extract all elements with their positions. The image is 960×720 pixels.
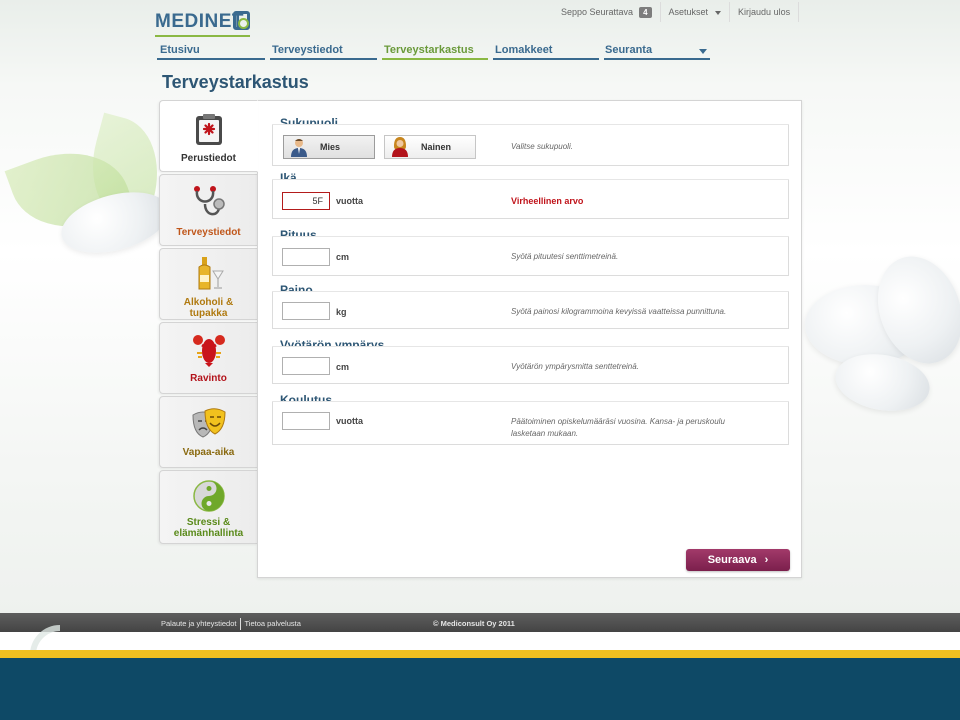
footer-bar: Palaute ja yhteystiedot Tietoa palvelust… [0,613,960,632]
weight-unit: kg [336,307,347,317]
logo-text: MEDINET [155,11,244,32]
nav-underline [157,58,265,60]
waist-unit: cm [336,362,350,372]
chevron-down-icon [715,10,722,15]
tab-alkoholi-tupakka[interactable]: Alkoholi & tupakka [159,248,258,320]
medinet-logo[interactable]: MEDINET [155,9,250,35]
chevron-down-icon[interactable] [699,49,707,54]
form-panel: Sukupuoli Mies Nainen Valitse sukupuoli.… [257,100,802,578]
tab-label: Ravinto [190,373,227,384]
bottle-glass-icon [198,257,224,290]
user-toolbar: Seppo Seurattava 4 Asetukset Kirjaudu ul… [557,2,800,22]
clipboard-icon [195,114,222,145]
male-avatar-icon [291,139,307,157]
next-button[interactable]: Seuraava › [686,549,790,571]
user-name[interactable]: Seppo Seurattava [557,7,633,17]
tab-label: Perustiedot [180,153,236,164]
tab-terveystiedot[interactable]: Terveystiedot [159,174,258,246]
education-hint: Päätoiminen opiskelumääräsi vuosina. Kan… [511,416,725,440]
gender-hint: Valitse sukupuoli. [511,142,573,151]
lobster-icon [192,335,225,367]
tab-vapaa-aika[interactable]: Vapaa-aika [159,396,258,468]
logout-link[interactable]: Kirjaudu ulos [738,7,790,17]
feedback-link[interactable]: Palaute ja yhteystiedot [161,619,236,630]
nav-underline [493,58,599,60]
chevron-right-icon: › [764,554,769,566]
divider [798,2,800,22]
nav-item-terveystiedot[interactable]: Terveystiedot [272,44,343,56]
height-hint: Syötä pituutesi senttimetreinä. [511,252,619,261]
age-error-message: Virheellinen arvo [511,196,584,206]
bottom-spacer [0,632,960,650]
education-input[interactable] [282,412,330,430]
weight-input[interactable] [282,302,330,320]
height-field: cm Syötä pituutesi senttimetreinä. [272,236,789,276]
settings-menu[interactable]: Asetukset [669,7,722,17]
age-field: 5F vuotta Virheellinen arvo [272,179,789,219]
logo-mark-icon [233,11,250,30]
waist-field: cm Vyötärön ympärysmitta senttetreinä. [272,346,789,384]
female-avatar-icon [392,137,408,157]
notification-badge[interactable]: 4 [639,6,652,18]
education-hint-line: Päätoiminen opiskelumääräsi vuosina. Kan… [511,417,725,426]
education-unit: vuotta [336,416,363,426]
weight-field: kg Syötä painosi kilogrammoina kevyissä … [272,291,789,329]
waist-input[interactable] [282,357,330,375]
yin-yang-icon [192,480,225,512]
nav-underline [270,58,377,60]
divider [240,618,242,630]
about-link[interactable]: Tietoa palvelusta [244,619,300,630]
nav-underline [604,58,710,60]
logo-underline [155,35,250,37]
weight-hint: Syötä painosi kilogrammoina kevyissä vaa… [511,307,727,316]
bottom-band [0,650,960,720]
height-input[interactable] [282,248,330,266]
nav-item-seuranta[interactable]: Seuranta [605,44,652,56]
theater-masks-icon [191,408,226,438]
tab-label: Vapaa-aika [182,447,235,458]
female-button[interactable]: Nainen [384,135,476,159]
male-button[interactable]: Mies [283,135,375,159]
divider [659,2,661,22]
tab-label: Alkoholi & tupakka [183,297,234,319]
footer-links: Palaute ja yhteystiedot Tietoa palvelust… [161,618,301,630]
age-input[interactable]: 5F [282,192,330,210]
tab-stressi[interactable]: Stressi & elämänhallinta [159,470,258,544]
nav-underline-active [382,58,488,60]
divider [729,2,731,22]
stethoscope-icon [193,186,225,216]
tab-label: Terveystiedot [176,227,241,238]
tab-ravinto[interactable]: Ravinto [159,322,258,394]
female-label: Nainen [421,142,452,152]
nav-item-etusivu[interactable]: Etusivu [160,44,200,56]
tab-perustiedot[interactable]: Perustiedot [159,100,258,172]
waist-hint: Vyötärön ympärysmitta senttetreinä. [511,362,639,371]
tab-label: Stressi & elämänhallinta [173,517,244,539]
settings-label: Asetukset [668,7,709,17]
copyright-text: © Mediconsult Oy 2011 [433,619,515,628]
page-title: Terveystarkastus [162,72,309,92]
male-label: Mies [320,142,341,152]
height-unit: cm [336,252,350,262]
education-hint-line: lasketaan mukaan. [511,429,579,438]
education-field: vuotta Päätoiminen opiskelumääräsi vuosi… [272,401,789,445]
age-unit: vuotta [336,196,363,206]
next-button-label: Seuraava [707,554,757,566]
nav-item-terveystarkastus[interactable]: Terveystarkastus [384,44,474,56]
gender-field: Mies Nainen Valitse sukupuoli. [272,124,789,166]
nav-item-lomakkeet[interactable]: Lomakkeet [495,44,552,56]
